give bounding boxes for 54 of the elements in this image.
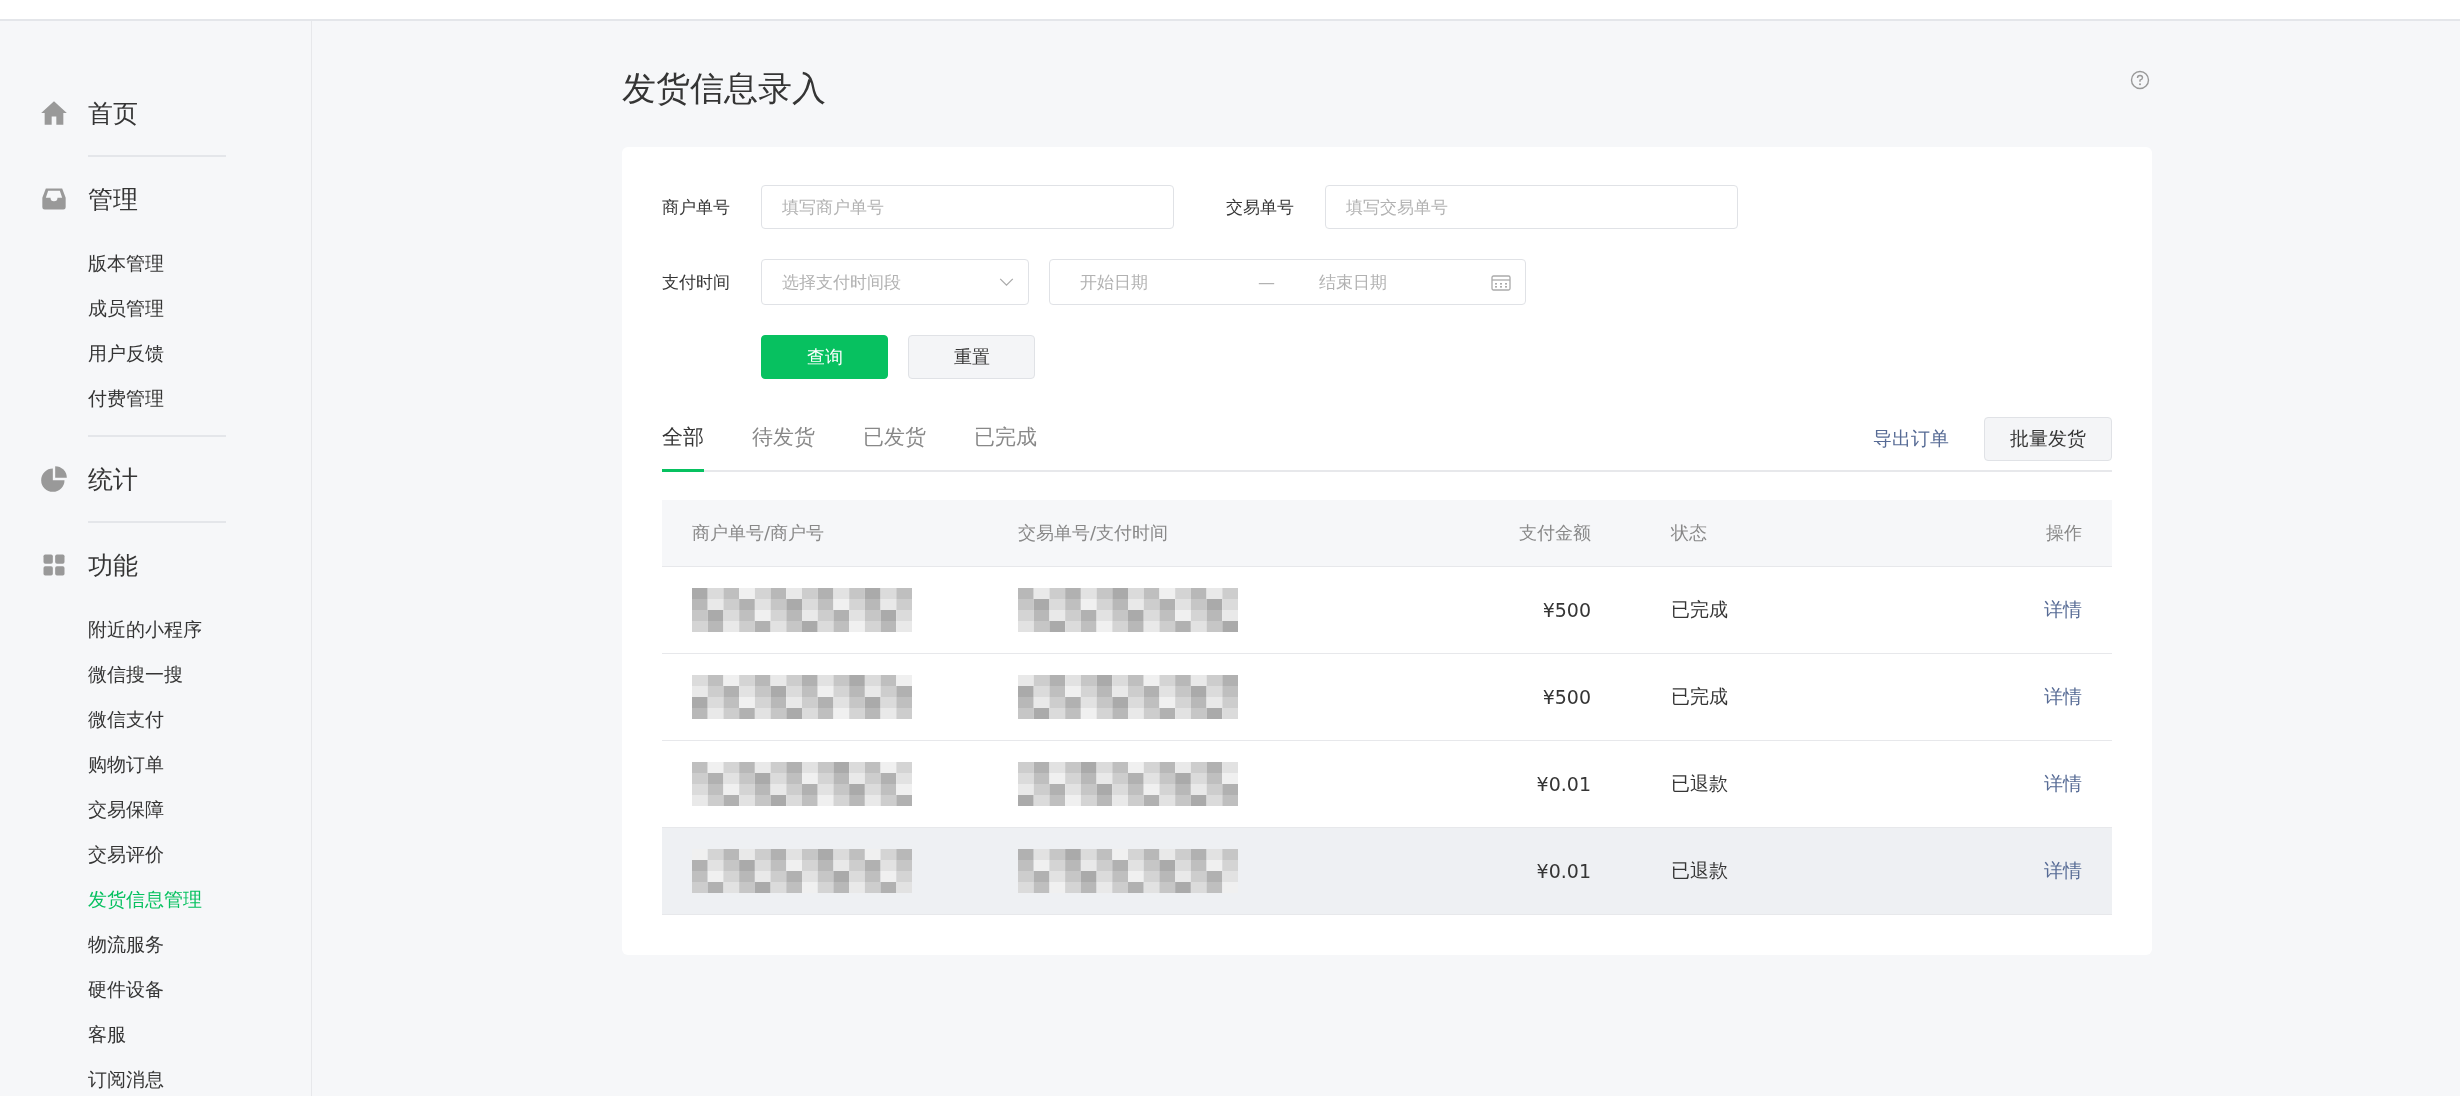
- details-link[interactable]: 详情: [2044, 598, 2082, 620]
- sidebar-section[interactable]: 管理: [0, 157, 311, 241]
- status-text: 已完成: [1671, 685, 1728, 707]
- sidebar-item[interactable]: 交易评价: [0, 832, 311, 877]
- sidebar-item[interactable]: 付费管理: [0, 376, 311, 421]
- sidebar-item[interactable]: 成员管理: [0, 286, 311, 331]
- tab[interactable]: 已完成: [974, 423, 1037, 472]
- tab[interactable]: 全部: [662, 423, 704, 472]
- field-label: 交易单号: [1226, 195, 1295, 219]
- help-icon[interactable]: [2130, 70, 2150, 90]
- reset-button[interactable]: 重置: [908, 335, 1035, 379]
- sidebar-section[interactable]: 统计: [0, 437, 311, 521]
- page-title: 发货信息录入: [622, 67, 826, 110]
- sidebar-item[interactable]: 交易保障: [0, 787, 311, 832]
- column-header: 操作: [2045, 521, 2083, 545]
- tab[interactable]: 待发货: [752, 423, 815, 472]
- table-row[interactable]: ¥0.01 已退款 详情: [662, 828, 2112, 915]
- batch-ship-button[interactable]: 批量发货: [1984, 417, 2112, 461]
- input-field[interactable]: 填写商户单号: [761, 185, 1174, 229]
- sidebar-item[interactable]: 版本管理: [0, 241, 311, 286]
- amount-text: ¥0.01: [1536, 860, 1591, 882]
- sidebar-item[interactable]: 物流服务: [0, 922, 311, 967]
- sidebar-item[interactable]: 附近的小程序: [0, 607, 311, 652]
- sidebar-section[interactable]: 首页: [0, 71, 311, 155]
- column-header: 支付金额: [1518, 521, 1591, 545]
- status-text: 已完成: [1671, 598, 1728, 620]
- amount-text: ¥500: [1542, 599, 1591, 621]
- sidebar-item[interactable]: 微信搜一搜: [0, 652, 311, 697]
- tab[interactable]: 已发货: [863, 423, 926, 472]
- details-link[interactable]: 详情: [2044, 772, 2082, 794]
- status-text: 已退款: [1671, 859, 1728, 881]
- details-link[interactable]: 详情: [2044, 685, 2082, 707]
- sidebar-item[interactable]: 硬件设备: [0, 967, 311, 1012]
- sidebar-item[interactable]: 客服: [0, 1012, 311, 1057]
- chevron-icon: [999, 277, 1014, 287]
- sidebar-item[interactable]: 购物订单: [0, 742, 311, 787]
- amount-text: ¥0.01: [1536, 773, 1591, 795]
- home-icon: [40, 99, 68, 127]
- field-label: 支付时间: [662, 270, 731, 294]
- status-text: 已退款: [1671, 772, 1728, 794]
- column-header: 状态: [1670, 521, 1708, 545]
- sidebar-item[interactable]: 微信支付: [0, 697, 311, 742]
- pie-chart-icon: [40, 465, 68, 493]
- input-field[interactable]: 填写交易单号: [1325, 185, 1738, 229]
- calendar-icon: [1491, 273, 1511, 291]
- amount-text: ¥500: [1542, 686, 1591, 708]
- export-link[interactable]: 导出订单: [1873, 426, 1949, 452]
- column-header: 交易单号/支付时间: [1018, 521, 1170, 545]
- sidebar-section[interactable]: 功能: [0, 523, 311, 607]
- field-label: 商户单号: [662, 195, 731, 219]
- sidebar-item[interactable]: 订阅消息: [0, 1057, 311, 1096]
- details-link[interactable]: 详情: [2044, 859, 2082, 881]
- sidebar-item[interactable]: 用户反馈: [0, 331, 311, 376]
- column-header: 商户单号/商户号: [691, 521, 826, 545]
